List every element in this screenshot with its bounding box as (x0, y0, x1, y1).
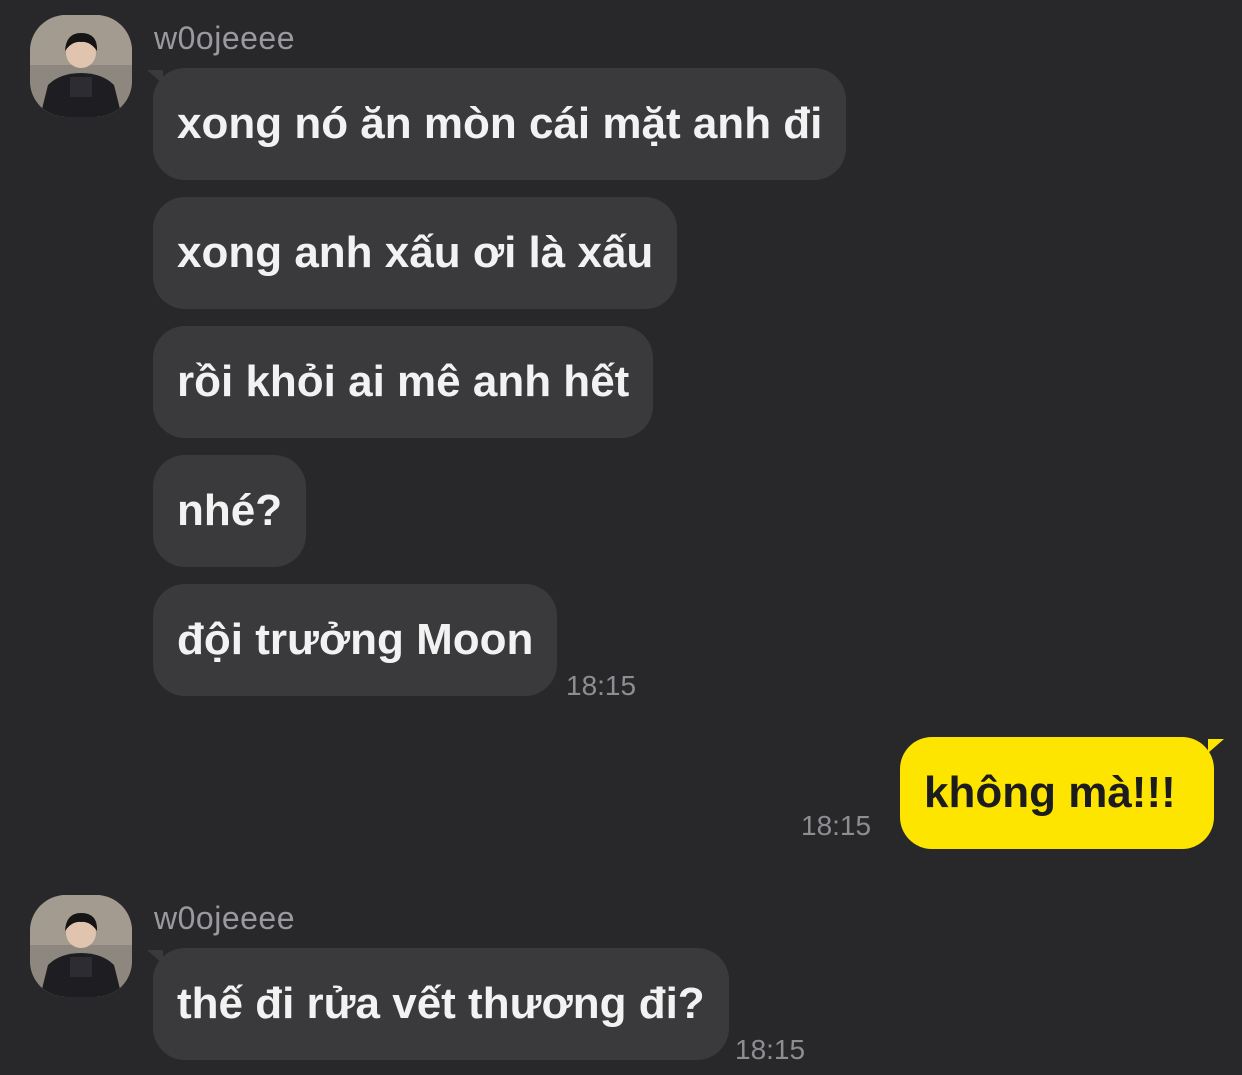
message-timestamp: 18:15 (801, 810, 872, 841)
message-bubble[interactable]: xong anh xấu ơi là xấu (153, 197, 678, 309)
message-bubble[interactable]: nhé? (153, 455, 307, 567)
message-bubble[interactable]: xong nó ăn mòn cái mặt anh đi (153, 68, 847, 180)
message-timestamp: 18:15 (735, 1034, 806, 1065)
message-bubble[interactable]: rồi khỏi ai mê anh hết (153, 326, 654, 438)
avatar[interactable] (30, 895, 132, 997)
message-bubble-outgoing[interactable]: không mà!!! (900, 737, 1214, 849)
user-photo-avatar-icon (30, 15, 132, 117)
sender-name: w0ojeeee (154, 900, 295, 936)
user-photo-avatar-icon (30, 895, 132, 997)
message-bubble[interactable]: thế đi rửa vết thương đi? (153, 948, 729, 1060)
message-bubble[interactable]: đội trưởng Moon (153, 584, 558, 696)
sender-name: w0ojeeee (154, 20, 295, 56)
message-timestamp: 18:15 (566, 670, 637, 701)
avatar[interactable] (30, 15, 132, 117)
bubble-tail (1208, 739, 1224, 753)
